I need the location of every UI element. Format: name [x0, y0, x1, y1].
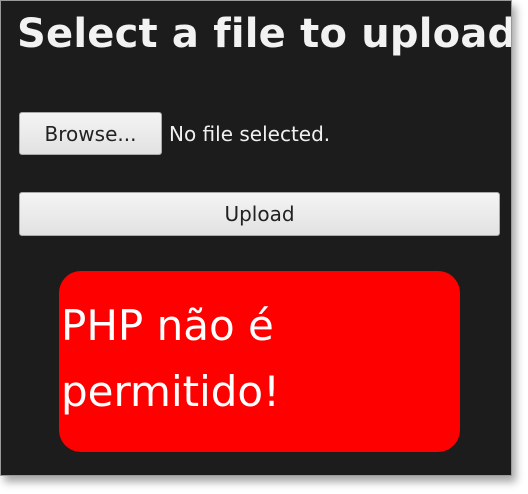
- file-input-row: Browse... No file selected.: [19, 112, 330, 155]
- alert-line: PHP não é: [61, 301, 274, 350]
- upload-panel: Select a file to upload: Browse... No fi…: [0, 0, 512, 476]
- file-status-text: No file selected.: [169, 121, 331, 146]
- error-alert: PHP não é permitido!: [59, 271, 460, 452]
- browse-button[interactable]: Browse...: [19, 112, 162, 155]
- page-title: Select a file to upload:: [17, 11, 512, 57]
- upload-button[interactable]: Upload: [19, 192, 500, 236]
- alert-line: permitido!: [61, 367, 280, 416]
